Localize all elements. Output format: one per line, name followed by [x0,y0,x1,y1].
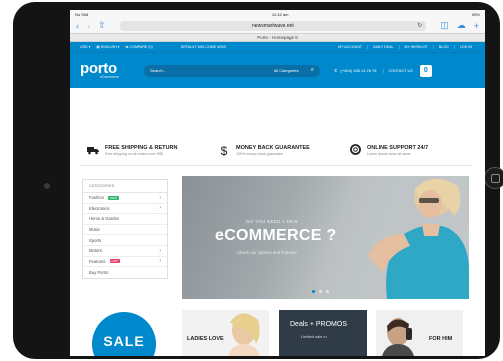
clock: 12:42 am [271,11,289,17]
my-account-link[interactable]: MY ACCOUNT [333,45,367,49]
category-badge: HOT [109,259,120,264]
cloud-icon[interactable]: ☁ [457,20,466,31]
sidebar-item[interactable]: Electronics › [83,204,167,215]
banner-headline: eCOMMERCE ? [215,227,337,244]
ladies-photo [228,313,260,356]
category-select[interactable]: All Categories [274,68,311,73]
daily-deal-link[interactable]: DAILY DEAL [367,45,398,49]
currency-select[interactable]: USD ▾ [80,45,90,49]
sale-badge[interactable]: SALE [92,312,156,356]
sidebar-item[interactable]: Fashion NEW › [83,193,167,204]
feature-money-back: $ MONEY BACK GUARANTEE 100% money back g… [211,144,342,158]
sidebar-item[interactable]: Home & Garden [83,214,167,225]
tablet-frame: No SIM 12:42 am 55% ‹ › ⇧ newsmartwave.n… [13,2,503,359]
sidebar-item-label: Sports [89,237,102,243]
forward-icon[interactable]: › [87,21,90,31]
sidebar-item-label: Features [89,258,106,264]
url-text: newsmartwave.net [252,22,294,29]
site-logo[interactable]: porto eCommerce [80,61,138,79]
status-bar: No SIM 12:42 am 55% [70,10,485,18]
phone-number: ✆ (+404) 158 14 25 78 [334,68,377,73]
address-bar[interactable]: newsmartwave.net ↻ [119,20,427,31]
phone-icon: ✆ [334,68,338,73]
carousel-dot[interactable] [326,290,329,293]
carousel-dot[interactable] [319,290,322,293]
for-him-label: FOR HIM [429,336,453,342]
for-him-tile[interactable]: FOR HIM [376,310,463,356]
chevron-right-icon: › [159,258,161,265]
sidebar-item[interactable]: Motors › [83,246,167,257]
dollar-icon: $ [220,143,228,158]
new-tab-icon[interactable]: + [474,21,479,31]
carousel-dot[interactable] [312,290,315,293]
ladies-love-tile[interactable]: LADIES LOVE [182,310,269,356]
promo-row: SALE LADIES LOVE Deals + PROMOS Limited … [80,310,475,356]
carousel-dots [312,290,329,293]
contact-us-link[interactable]: CONTACT US [382,68,413,73]
features-row: FREE SHIPPING & RETURN Free shipping on … [80,136,473,166]
man-photo [382,318,414,356]
login-link[interactable]: LOG IN [453,45,477,49]
share-icon[interactable]: ⇧ [98,20,106,31]
category-badge: NEW [107,195,119,200]
hero-banner[interactable]: DO YOU NEED A NEW eCOMMERCE ? Check our … [182,176,469,299]
back-icon[interactable]: ‹ [76,21,79,31]
sidebar-item[interactable]: Music [83,225,167,236]
battery-label: 55% [471,11,480,17]
search-input[interactable]: Search... [150,68,166,73]
tab-title[interactable]: Porto - Homepage 6 [70,33,485,42]
site-header: porto eCommerce Search... All Categories… [70,52,485,88]
compare-link[interactable]: ⇆ COMPARE (0) [125,45,152,49]
banner-kicker: DO YOU NEED A NEW [246,219,299,224]
deals-promos-tile[interactable]: Deals + PROMOS Limited sale in [279,310,367,356]
sidebar-item-label: Electronics [89,205,110,211]
chevron-right-icon: › [159,247,161,254]
browser-toolbar: ‹ › ⇧ newsmartwave.net ↻ ◫ ☁ + [70,18,485,33]
truck-icon [86,144,100,158]
sidebar-item-label: Buy Porto! [89,269,109,275]
sidebar-heading: CATEGORIES [83,180,167,193]
carrier-label: No SIM [75,11,89,17]
sidebar-item[interactable]: Sports [83,235,167,246]
page: No SIM 12:42 am 55% ‹ › ⇧ newsmartwave.n… [0,0,503,361]
language-select[interactable]: ▦ ENGLISH ▾ [96,45,119,49]
reload-icon[interactable]: ↻ [417,22,422,29]
search-icon[interactable]: ⌕ [311,67,314,74]
camera-dot [44,183,50,189]
top-bar: USD ▾ ▦ ENGLISH ▾ ⇆ COMPARE (0) DEFAULT … [70,42,485,52]
feature-shipping: FREE SHIPPING & RETURN Free shipping on … [80,144,211,158]
sidebar-item-label: Fashion [89,195,104,201]
sidebar-item-label: Home & Garden [89,216,120,222]
home-button[interactable] [484,167,503,189]
sidebar-item[interactable]: Buy Porto! [83,267,167,278]
deals-sublabel: Limited sale in [301,334,327,339]
chevron-right-icon: › [159,205,161,212]
cart-icon[interactable]: 0 [419,64,432,77]
sidebar-item-label: Music [89,227,100,233]
category-sidebar: CATEGORIES Fashion NEW › Electronics › Home &… [82,179,168,279]
tablet-screen: No SIM 12:42 am 55% ‹ › ⇧ newsmartwave.n… [70,10,485,356]
sidebar-item[interactable]: Features HOT › [83,257,167,268]
bookmarks-icon[interactable]: ◫ [440,20,449,31]
ladies-love-label: LADIES LOVE [187,336,224,342]
deals-label: Deals + PROMOS [290,321,347,328]
sidebar-item-label: Motors [89,248,102,254]
blog-link[interactable]: BLOG [432,45,454,49]
my-wishlist-link[interactable]: MY WISHLIST [398,45,433,49]
search-bar[interactable]: Search... All Categories ⌕ [144,64,320,77]
chevron-right-icon: › [159,194,161,201]
welcome-message: DEFAULT WELCOME MSG! [180,45,227,49]
banner-subtitle: Check our options and features [237,250,297,255]
lifebuoy-icon [348,143,362,158]
feature-support: ONLINE SUPPORT 24/7 Lorem ipsum dolor si… [342,143,473,158]
